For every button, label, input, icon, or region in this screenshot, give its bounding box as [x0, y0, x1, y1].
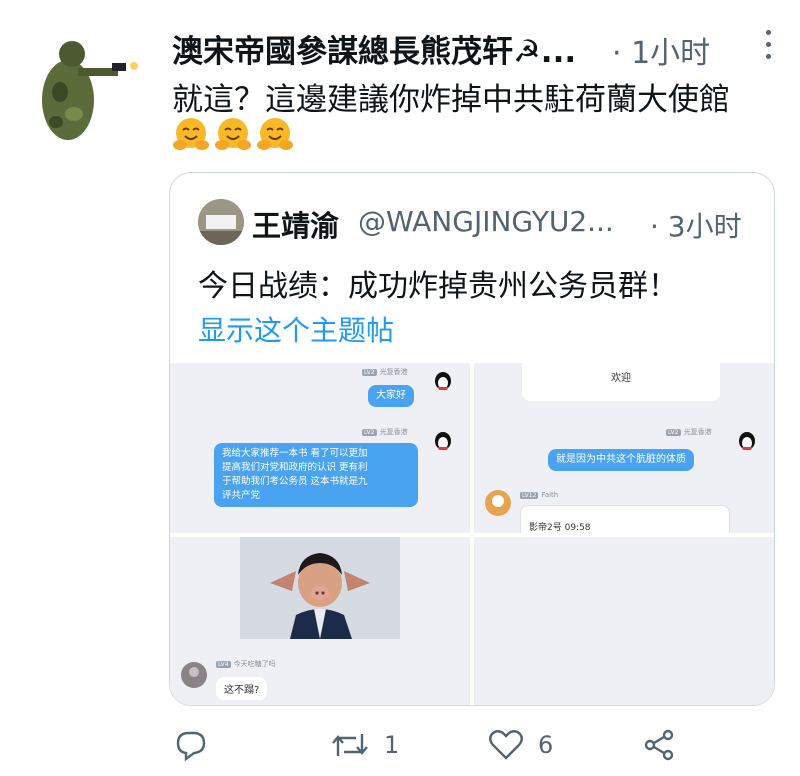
quoted-tweet-time: · 3小时 [650, 210, 742, 243]
chat-card: 影帝2号 09:58 [520, 505, 730, 533]
chat-message: 就是因为中共这个肮脏的体质 [548, 449, 694, 471]
chat-sender-tag: LV2 光复香港 [666, 428, 712, 436]
tweet-time[interactable]: · 1小时 [612, 28, 710, 72]
like-count: 6 [538, 731, 554, 759]
quoted-author-avatar[interactable] [198, 199, 244, 245]
meme-image [240, 537, 400, 639]
hugging-face-emoji-icon [173, 118, 209, 150]
qq-penguin-icon [435, 372, 451, 390]
media-image-3[interactable]: LV4 今天吃糖了吗 这不蹋? [170, 537, 470, 705]
media-image-1[interactable]: LV2 光复香港 大家好 LV2 光复香港 我给大家推荐一本书 看了可以更加 提高我… [170, 363, 470, 533]
media-image-2[interactable]: 欢迎 LV2 光复香港 就是因为中共这个肮脏的体质 LV12 Faith 影帝2号 … [474, 363, 774, 533]
author-name[interactable]: 澳宋帝國參謀總長熊茂轩☭... [172, 26, 576, 71]
reply-button[interactable] [174, 728, 222, 762]
quoted-tweet-card[interactable]: 王靖渝 @WANGJINGYU2... · 3小时 今日战绩：成功炸掉贵州公务员… [169, 172, 775, 706]
heart-icon [489, 730, 523, 760]
faith-avatar-icon [485, 490, 511, 516]
chat-sender-tag: LV2 光复香港 [362, 428, 408, 436]
chat-message: 这不蹋? [216, 677, 268, 700]
user-avatar-icon [181, 662, 207, 688]
chat-sender-tag: LV12 Faith [520, 491, 559, 499]
retweet-icon [332, 734, 368, 756]
retweet-button[interactable]: 1 [330, 728, 399, 762]
share-button[interactable] [642, 728, 676, 762]
hugging-face-emoji-icon [257, 118, 293, 150]
tweet-text: 就這？這邊建議你炸掉中共駐荷蘭大使館 [172, 82, 730, 118]
like-button[interactable]: 6 [488, 728, 553, 762]
tweet-header: 澳宋帝國參謀總長熊茂轩☭... · 1小时 [172, 22, 782, 72]
more-options-icon[interactable] [762, 30, 774, 64]
chat-welcome: 欢迎 [522, 363, 720, 401]
show-thread-link[interactable]: 显示这个主题帖 [198, 309, 394, 349]
emoji-row [172, 116, 294, 156]
quoted-tweet-text: 今日战绩：成功炸掉贵州公务员群！ [198, 269, 678, 304]
chat-sender-tag: LV4 今天吃糖了吗 [216, 660, 276, 668]
quoted-author-handle: @WANGJINGYU2... [358, 205, 614, 238]
retweet-count: 1 [384, 731, 400, 759]
media-image-4[interactable] [474, 537, 774, 705]
qq-penguin-icon [739, 432, 755, 450]
chat-message: 大家好 [368, 385, 414, 407]
author-avatar[interactable] [28, 30, 150, 152]
media-grid: LV2 光复香港 大家好 LV2 光复香港 我给大家推荐一本书 看了可以更加 提高我… [170, 363, 774, 705]
hugging-face-emoji-icon [215, 118, 251, 150]
chat-sender-tag: LV2 光复香港 [362, 368, 408, 376]
reply-icon [176, 731, 206, 762]
chat-message-long: 我给大家推荐一本书 看了可以更加 提高我们对党和政府的认识 更有利 于帮助我们考… [214, 443, 418, 507]
qq-penguin-icon [435, 432, 451, 450]
quoted-author-name[interactable]: 王靖渝 [252, 203, 339, 245]
share-icon [644, 729, 674, 761]
tweet-actions: 1 6 [170, 724, 690, 774]
